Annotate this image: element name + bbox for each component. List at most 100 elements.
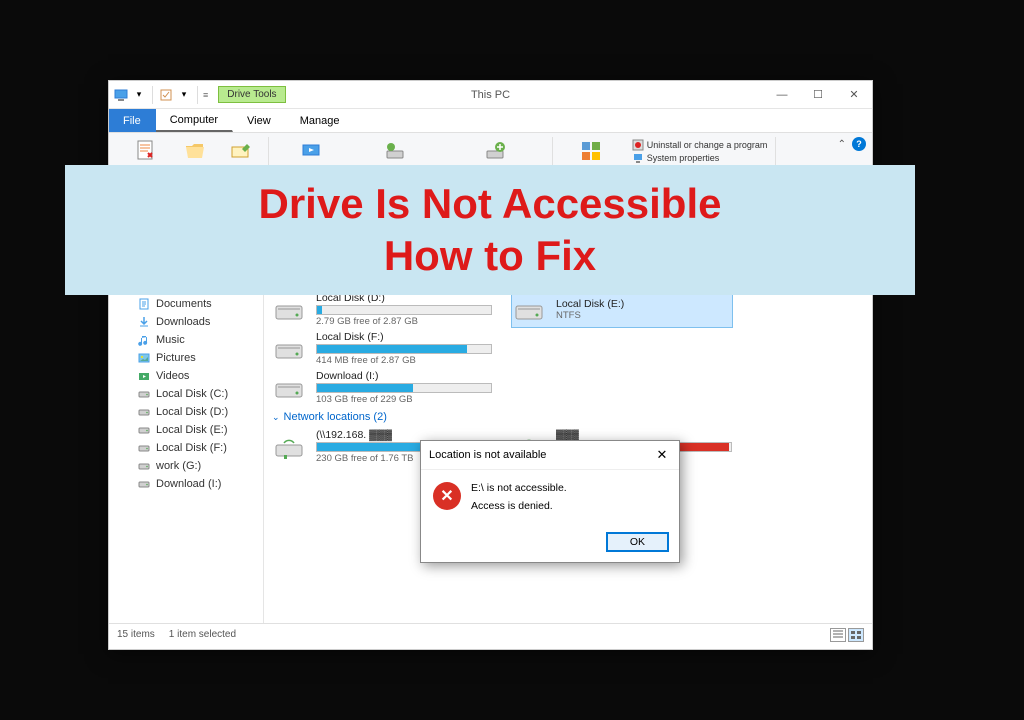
minimize-button[interactable]: — <box>764 82 800 108</box>
pic-icon <box>137 351 151 365</box>
tab-view[interactable]: View <box>233 109 286 132</box>
drive-icon <box>512 296 548 324</box>
drive-item[interactable]: Download (I:) 103 GB free of 229 GB <box>272 370 492 405</box>
drive-icon <box>137 423 151 437</box>
item-count: 15 items <box>117 629 155 640</box>
drive-icon <box>272 296 308 324</box>
sidebar-item[interactable]: Local Disk (E:) <box>109 421 263 439</box>
sidebar-label: Videos <box>156 370 189 382</box>
tab-manage[interactable]: Manage <box>286 109 355 132</box>
add-location-icon <box>484 139 508 163</box>
error-line-2: Access is denied. <box>471 500 567 512</box>
close-button[interactable]: ✕ <box>836 82 872 108</box>
sidebar-label: Music <box>156 334 185 346</box>
sidebar-item[interactable]: Local Disk (F:) <box>109 439 263 457</box>
sidebar-label: Download (I:) <box>156 478 221 490</box>
drive-info: Local Disk (D:)2.79 GB free of 2.87 GB <box>316 292 492 327</box>
ok-button[interactable]: OK <box>606 532 669 552</box>
sidebar-item[interactable]: Music <box>109 331 263 349</box>
sidebar-item[interactable]: Download (I:) <box>109 475 263 493</box>
window-title: This PC <box>471 89 510 101</box>
sidebar-item[interactable]: Pictures <box>109 349 263 367</box>
drive-item[interactable]: Local Disk (E:)NTFS <box>512 292 732 327</box>
network-header[interactable]: Network locations (2) <box>272 411 864 423</box>
drive-subtext: 2.79 GB free of 2.87 GB <box>316 316 492 327</box>
separator <box>197 86 198 104</box>
drive-subtext: 414 MB free of 2.87 GB <box>316 355 492 366</box>
details-view-icon[interactable] <box>830 628 846 642</box>
drive-subtext: 103 GB free of 229 GB <box>316 394 492 405</box>
error-icon: ✕ <box>433 482 461 510</box>
drive-icon <box>137 405 151 419</box>
capacity-bar <box>316 344 492 354</box>
drive-icon <box>137 387 151 401</box>
vid-icon <box>137 369 151 383</box>
uninstall-link[interactable]: Uninstall or change a program <box>632 139 768 151</box>
drive-subtext: NTFS <box>556 310 732 321</box>
sidebar-label: Pictures <box>156 352 196 364</box>
music-icon <box>137 333 151 347</box>
overlay-banner: Drive Is Not Accessible How to Fix <box>65 165 915 295</box>
drive-name: Download (I:) <box>316 370 492 382</box>
uninstall-icon <box>632 139 644 151</box>
dropdown-icon[interactable]: ▾ <box>131 87 147 103</box>
drive-item[interactable]: Local Disk (D:)2.79 GB free of 2.87 GB <box>272 292 492 327</box>
dialog-message: E:\ is not accessible. Access is denied. <box>471 482 567 518</box>
settings-icon <box>579 139 603 163</box>
drive-name: Local Disk (F:) <box>316 331 492 343</box>
overflow-icon[interactable]: ≡ <box>203 90 208 100</box>
sidebar-label: Downloads <box>156 316 210 328</box>
sidebar-label: Documents <box>156 298 212 310</box>
dialog-body: ✕ E:\ is not accessible. Access is denie… <box>421 470 679 526</box>
sidebar-item[interactable]: Local Disk (C:) <box>109 385 263 403</box>
checkbox-icon[interactable] <box>158 87 174 103</box>
dropdown-icon[interactable]: ▾ <box>176 87 192 103</box>
error-line-1: E:\ is not accessible. <box>471 482 567 494</box>
tab-file[interactable]: File <box>109 109 156 132</box>
map-drive-icon <box>384 139 408 163</box>
dialog-close-button[interactable]: ✕ <box>653 446 671 464</box>
drive-item[interactable]: Local Disk (F:) 414 MB free of 2.87 GB <box>272 331 492 366</box>
sidebar-item[interactable]: work (G:) <box>109 457 263 475</box>
sysprops-icon <box>632 152 644 164</box>
contextual-tab: Drive Tools <box>218 86 285 103</box>
dialog-titlebar: Location is not available ✕ <box>421 441 679 470</box>
media-icon <box>299 139 323 163</box>
sidebar-item[interactable]: Local Disk (D:) <box>109 403 263 421</box>
doc-icon <box>137 297 151 311</box>
sidebar-label: Local Disk (E:) <box>156 424 228 436</box>
drive-info: Download (I:) 103 GB free of 229 GB <box>316 370 492 405</box>
banner-line-1: Drive Is Not Accessible <box>259 178 722 231</box>
titlebar: ▾ ▾ ≡ Drive Tools This PC — ☐ ✕ <box>109 81 872 109</box>
window-controls: — ☐ ✕ <box>764 82 872 108</box>
sidebar-label: Local Disk (D:) <box>156 406 228 418</box>
tab-computer[interactable]: Computer <box>156 109 233 132</box>
capacity-bar <box>316 383 492 393</box>
folder-open-icon <box>183 139 207 163</box>
tiles-view-icon[interactable] <box>848 628 864 642</box>
drive-icon <box>137 441 151 455</box>
sidebar-item[interactable]: Documents <box>109 295 263 313</box>
status-bar: 15 items 1 item selected <box>109 623 872 645</box>
maximize-button[interactable]: ☐ <box>800 82 836 108</box>
help-icon[interactable]: ? <box>852 137 866 151</box>
sidebar-item[interactable]: Videos <box>109 367 263 385</box>
view-switcher <box>830 628 864 642</box>
sidebar-item[interactable]: Downloads <box>109 313 263 331</box>
separator <box>152 86 153 104</box>
drive-icon <box>272 335 308 363</box>
system-properties-link[interactable]: System properties <box>632 152 768 164</box>
drive-icon <box>137 459 151 473</box>
banner-line-2: How to Fix <box>384 230 596 283</box>
down-icon <box>137 315 151 329</box>
rename-icon <box>229 139 253 163</box>
collapse-icon[interactable]: ⌃ <box>838 139 846 150</box>
sidebar-label: Local Disk (C:) <box>156 388 228 400</box>
sidebar-label: work (G:) <box>156 460 201 472</box>
pc-icon <box>113 87 129 103</box>
ribbon-collapse: ⌃ ? <box>838 137 866 151</box>
drive-icon <box>137 477 151 491</box>
ribbon-tabs: File Computer View Manage <box>109 109 872 133</box>
capacity-bar <box>316 305 492 315</box>
dialog-title: Location is not available <box>429 449 546 461</box>
